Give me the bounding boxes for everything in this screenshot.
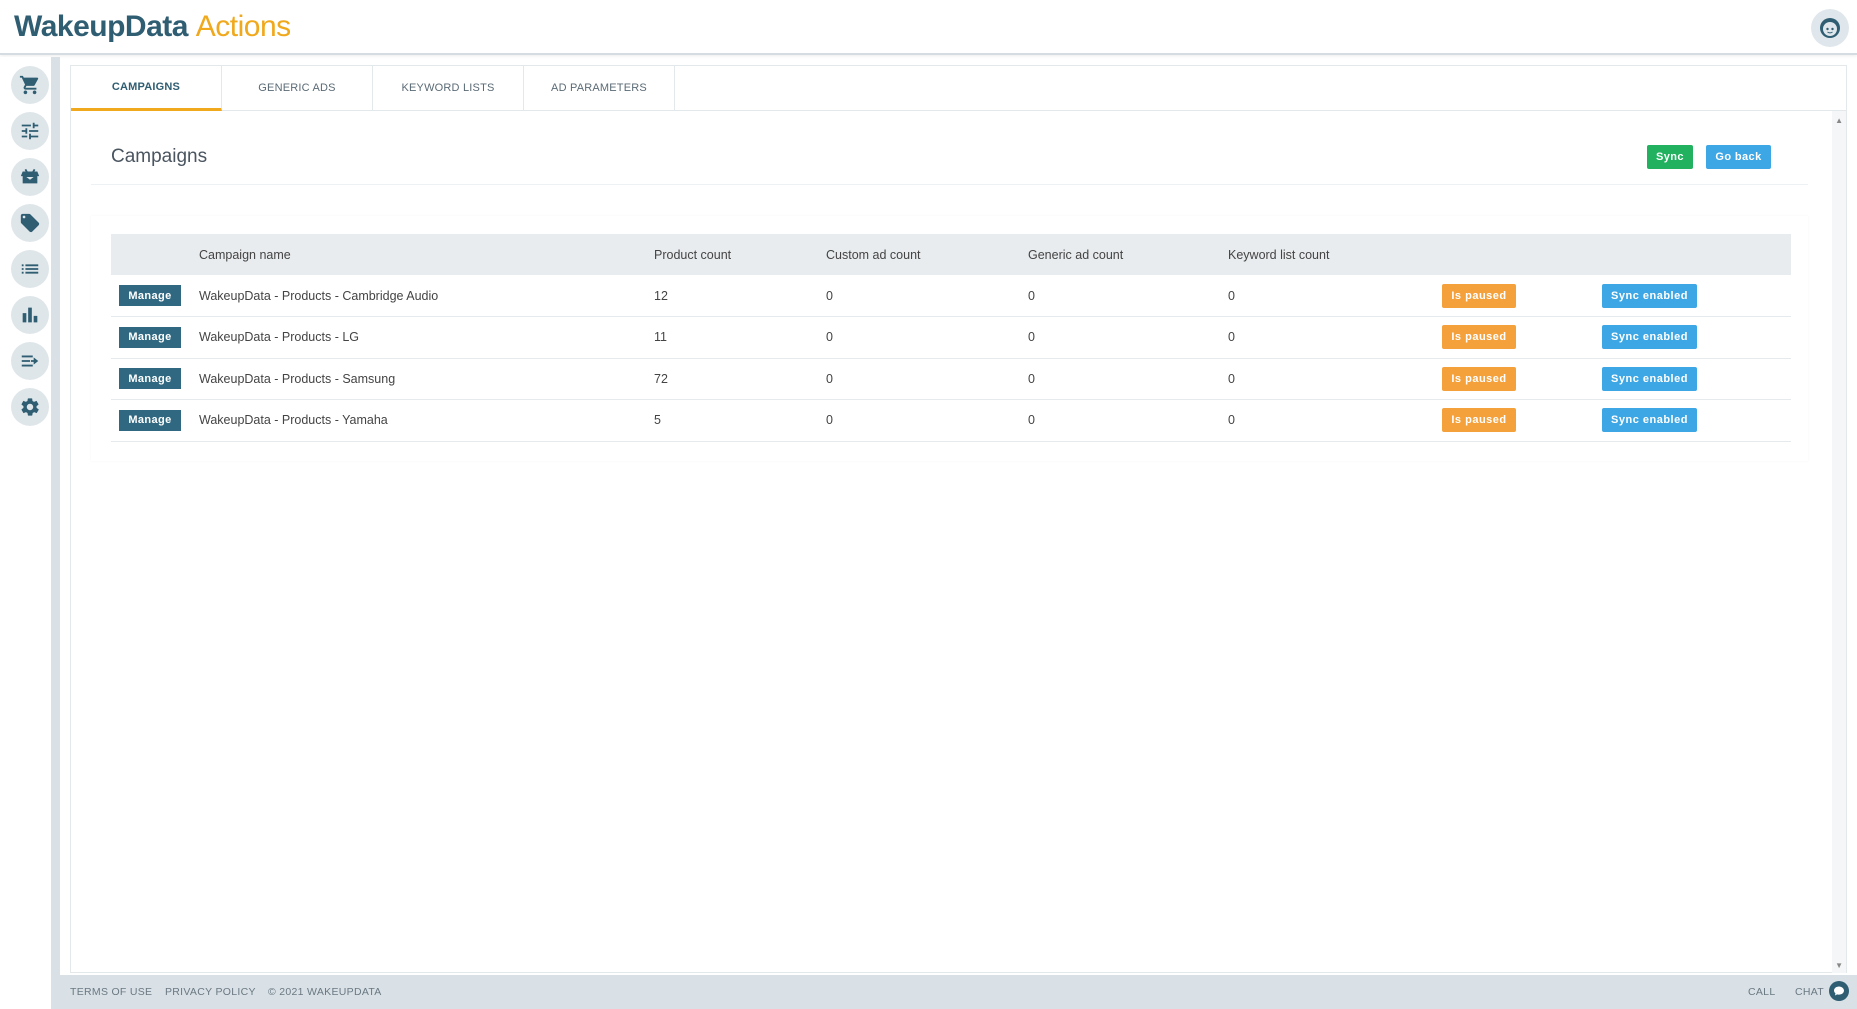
table-row: Manage WakeupData - Products - Cambridge… bbox=[111, 275, 1791, 317]
go-back-button[interactable]: Go back bbox=[1706, 145, 1771, 169]
keyword-list-count: 0 bbox=[1228, 330, 1235, 345]
tab-ad-parameters[interactable]: AD PARAMETERS bbox=[524, 66, 675, 110]
campaign-name: WakeupData - Products - LG bbox=[199, 330, 360, 345]
sidebar-item-settings-sliders[interactable] bbox=[11, 112, 49, 150]
column-header bbox=[1602, 234, 1791, 275]
keyword-list-count: 0 bbox=[1228, 288, 1235, 303]
sync-enabled-badge[interactable]: Sync enabled bbox=[1602, 283, 1697, 308]
campaign-name: WakeupData - Products - Cambridge Audio bbox=[199, 288, 439, 303]
cart-icon bbox=[19, 75, 39, 95]
box-icon bbox=[20, 168, 40, 184]
generic-ad-count: 0 bbox=[1028, 330, 1035, 345]
paused-status-badge[interactable]: Is paused bbox=[1442, 283, 1516, 308]
vertical-scrollbar[interactable] bbox=[1832, 111, 1846, 973]
column-header bbox=[1442, 234, 1602, 275]
chat-link[interactable]: CHAT bbox=[1795, 986, 1824, 998]
manage-button[interactable]: Manage bbox=[119, 285, 181, 306]
column-header-custom-ad-count[interactable]: Custom ad count bbox=[826, 234, 1028, 275]
sidebar-item-reports[interactable] bbox=[11, 296, 49, 334]
paused-status-badge[interactable]: Is paused bbox=[1442, 325, 1516, 350]
call-link[interactable]: CALL bbox=[1748, 986, 1775, 998]
custom-ad-count: 0 bbox=[826, 288, 833, 303]
user-avatar[interactable] bbox=[1811, 9, 1849, 47]
sidebar-item-feeds[interactable] bbox=[11, 158, 49, 196]
app-logo[interactable]: WakeupData Actions bbox=[14, 10, 291, 44]
scroll-down-arrow-icon[interactable]: ▼ bbox=[1835, 961, 1843, 970]
tab-bar: CAMPAIGNS GENERIC ADS KEYWORD LISTS AD P… bbox=[71, 66, 1846, 111]
table-header-row: Campaign name Product count Custom ad co… bbox=[111, 234, 1791, 275]
sliders-icon bbox=[21, 122, 39, 140]
campaign-name: WakeupData - Products - Samsung bbox=[199, 371, 396, 386]
copyright-text: © 2021 WAKEUPDATA bbox=[268, 986, 382, 998]
export-icon bbox=[21, 355, 39, 367]
list-icon bbox=[21, 264, 39, 274]
sync-button[interactable]: Sync bbox=[1647, 145, 1693, 169]
sidebar-item-products[interactable] bbox=[11, 66, 49, 104]
column-header-product-count[interactable]: Product count bbox=[654, 234, 826, 275]
product-count: 11 bbox=[654, 330, 667, 345]
tab-campaigns[interactable]: CAMPAIGNS bbox=[71, 66, 222, 111]
keyword-list-count: 0 bbox=[1228, 413, 1235, 428]
column-header-keyword-list-count[interactable]: Keyword list count bbox=[1228, 234, 1442, 275]
logo-product: Actions bbox=[195, 10, 291, 43]
chat-bubble-icon[interactable] bbox=[1829, 981, 1849, 1001]
tab-generic-ads[interactable]: GENERIC ADS bbox=[222, 66, 373, 110]
bar-chart-icon bbox=[22, 307, 38, 323]
divider bbox=[91, 184, 1808, 185]
sync-enabled-badge[interactable]: Sync enabled bbox=[1602, 408, 1697, 433]
table-row: Manage WakeupData - Products - Samsung 7… bbox=[111, 358, 1791, 400]
generic-ad-count: 0 bbox=[1028, 413, 1035, 428]
generic-ad-count: 0 bbox=[1028, 371, 1035, 386]
footer: TERMS OF USE PRIVACY POLICY © 2021 WAKEU… bbox=[60, 975, 1857, 1009]
table-row: Manage WakeupData - Products - Yamaha 5 … bbox=[111, 400, 1791, 441]
terms-of-use-link[interactable]: TERMS OF USE bbox=[70, 986, 152, 998]
scroll-up-arrow-icon[interactable]: ▲ bbox=[1835, 116, 1843, 125]
sidebar-item-labels[interactable] bbox=[11, 204, 49, 242]
paused-status-badge[interactable]: Is paused bbox=[1442, 366, 1516, 391]
generic-ad-count: 0 bbox=[1028, 288, 1035, 303]
column-header bbox=[111, 234, 199, 275]
campaign-name: WakeupData - Products - Yamaha bbox=[199, 413, 388, 428]
logo-brand: WakeupData bbox=[14, 10, 188, 43]
table-row: Manage WakeupData - Products - LG 11 0 0… bbox=[111, 317, 1791, 358]
column-header-generic-ad-count[interactable]: Generic ad count bbox=[1028, 234, 1228, 275]
sidebar-item-settings[interactable] bbox=[11, 388, 49, 426]
custom-ad-count: 0 bbox=[826, 413, 833, 428]
column-header-campaign-name[interactable]: Campaign name bbox=[199, 234, 654, 275]
product-count: 12 bbox=[654, 288, 668, 303]
sidebar-item-exports[interactable] bbox=[11, 342, 49, 380]
custom-ad-count: 0 bbox=[826, 330, 833, 345]
user-face-icon bbox=[1820, 18, 1840, 38]
manage-button[interactable]: Manage bbox=[119, 409, 181, 431]
product-count: 5 bbox=[654, 413, 661, 428]
privacy-policy-link[interactable]: PRIVACY POLICY bbox=[165, 986, 256, 998]
manage-button[interactable]: Manage bbox=[119, 326, 181, 348]
gear-icon bbox=[21, 398, 39, 416]
product-count: 72 bbox=[654, 371, 668, 386]
top-bar: WakeupData Actions bbox=[0, 0, 1857, 55]
keyword-list-count: 0 bbox=[1228, 371, 1235, 386]
page-title: Campaigns bbox=[111, 146, 208, 167]
manage-button[interactable]: Manage bbox=[119, 368, 181, 390]
sidebar-item-lists[interactable] bbox=[11, 250, 49, 288]
paused-status-badge[interactable]: Is paused bbox=[1442, 408, 1516, 433]
sync-enabled-badge[interactable]: Sync enabled bbox=[1602, 325, 1697, 350]
sidebar bbox=[0, 57, 60, 1009]
custom-ad-count: 0 bbox=[826, 371, 833, 386]
sync-enabled-badge[interactable]: Sync enabled bbox=[1602, 366, 1697, 391]
main-panel: CAMPAIGNS GENERIC ADS KEYWORD LISTS AD P… bbox=[70, 65, 1847, 973]
campaigns-table: Campaign name Product count Custom ad co… bbox=[111, 234, 1791, 442]
tag-icon bbox=[20, 213, 40, 233]
tab-keyword-lists[interactable]: KEYWORD LISTS bbox=[373, 66, 524, 110]
